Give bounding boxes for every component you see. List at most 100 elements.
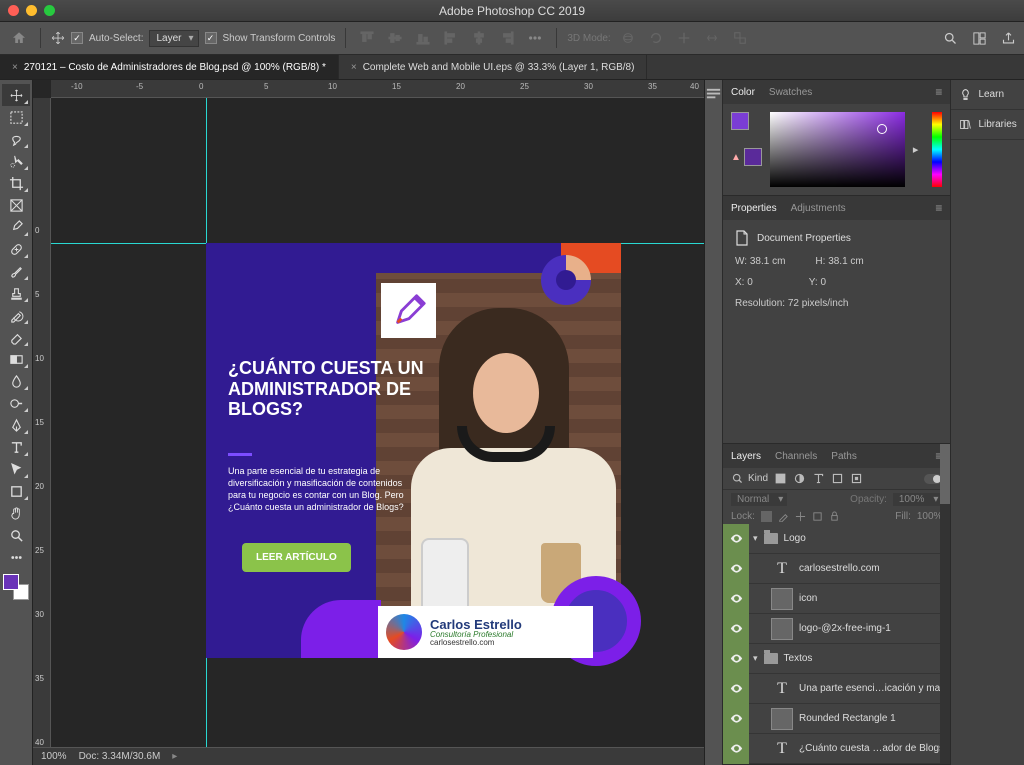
fill-input[interactable]: 100% <box>917 511 943 522</box>
history-brush-tool[interactable] <box>2 304 30 326</box>
layer-name[interactable]: Rounded Rectangle 1 <box>799 713 896 724</box>
auto-select-dropdown[interactable]: Layer <box>149 30 198 47</box>
color-foreground-swatch[interactable] <box>731 112 749 130</box>
chevron-right-icon[interactable]: ▸ <box>913 143 919 156</box>
tab-swatches[interactable]: Swatches <box>769 87 812 98</box>
visibility-toggle[interactable] <box>723 554 749 584</box>
visibility-toggle[interactable] <box>723 674 749 704</box>
gradient-tool[interactable] <box>2 348 30 370</box>
path-select-tool[interactable] <box>2 458 30 480</box>
color-background-swatch[interactable] <box>744 148 762 166</box>
lock-all-icon[interactable] <box>829 511 840 522</box>
close-tab-icon[interactable]: × <box>351 62 357 73</box>
brush-tool[interactable] <box>2 260 30 282</box>
lock-transparency-icon[interactable] <box>761 511 772 522</box>
filter-pixel-icon[interactable] <box>774 472 787 485</box>
hue-slider[interactable] <box>932 112 942 187</box>
layer-row[interactable]: T¿Cuánto cuesta …ador de Blogs? <box>723 734 950 764</box>
document-tab-1[interactable]: × 270121 – Costo de Administradores de B… <box>0 55 339 79</box>
show-transform-option[interactable]: ✓ Show Transform Controls <box>205 32 336 44</box>
close-icon[interactable] <box>8 5 19 16</box>
color-picker-field[interactable] <box>770 112 905 187</box>
visibility-toggle[interactable] <box>723 644 749 674</box>
learn-button[interactable]: Learn <box>951 80 1024 110</box>
layer-name[interactable]: ¿Cuánto cuesta …ador de Blogs? <box>799 743 950 754</box>
foreground-color[interactable] <box>3 574 19 590</box>
filter-type-icon[interactable] <box>812 472 825 485</box>
align-more-icon[interactable] <box>524 27 546 49</box>
dodge-tool[interactable] <box>2 392 30 414</box>
healing-tool[interactable] <box>2 238 30 260</box>
zoom-tool[interactable] <box>2 524 30 546</box>
opacity-input[interactable]: 100% <box>893 493 943 506</box>
chevron-down-icon[interactable]: ▾ <box>753 653 758 664</box>
panel-menu-icon[interactable]: ≡ <box>935 201 942 215</box>
document-canvas[interactable]: ¿CUÁNTO CUESTA UN ADMINISTRADOR DE BLOGS… <box>51 98 704 747</box>
tab-adjustments[interactable]: Adjustments <box>791 203 846 214</box>
share-icon[interactable] <box>1001 31 1016 46</box>
zoom-icon[interactable] <box>44 5 55 16</box>
chevron-down-icon[interactable]: ▾ <box>753 533 758 544</box>
show-transform-checkbox[interactable]: ✓ <box>205 32 217 44</box>
filter-kind-dropdown[interactable]: Kind <box>748 473 768 484</box>
tab-paths[interactable]: Paths <box>831 451 857 462</box>
tab-properties[interactable]: Properties <box>731 203 777 214</box>
stamp-tool[interactable] <box>2 282 30 304</box>
visibility-toggle[interactable] <box>723 584 749 614</box>
blend-mode-dropdown[interactable]: Normal <box>731 493 787 506</box>
doc-size[interactable]: Doc: 3.34M/30.6M <box>79 751 161 762</box>
document-tab-2[interactable]: × Complete Web and Mobile UI.eps @ 33.3%… <box>339 55 648 79</box>
ruler-horizontal[interactable]: -10 -5 0 5 10 15 20 25 30 35 40 <box>51 80 704 98</box>
layer-filter-kind[interactable]: Kind <box>731 472 768 485</box>
lock-brush-icon[interactable] <box>778 511 789 522</box>
tab-color[interactable]: Color <box>731 87 755 98</box>
layer-row[interactable]: icon <box>723 584 950 614</box>
visibility-toggle[interactable] <box>723 614 749 644</box>
tab-layers[interactable]: Layers <box>731 451 761 462</box>
lasso-tool[interactable] <box>2 128 30 150</box>
layer-name[interactable]: Una parte esenci…icación y masif <box>799 683 950 694</box>
chevron-right-icon[interactable]: ▸ <box>172 751 177 762</box>
layer-name[interactable]: Textos <box>784 653 813 664</box>
layer-row[interactable]: ▾ Textos <box>723 644 950 674</box>
lock-position-icon[interactable] <box>795 511 806 522</box>
eyedropper-tool[interactable] <box>2 216 30 238</box>
hand-tool[interactable] <box>2 502 30 524</box>
layer-name[interactable]: Logo <box>784 533 806 544</box>
marquee-tool[interactable] <box>2 106 30 128</box>
ruler-vertical[interactable]: 0 5 10 15 20 25 30 35 40 <box>33 98 51 747</box>
search-icon[interactable] <box>943 31 958 46</box>
layer-name[interactable]: icon <box>799 593 817 604</box>
layer-row[interactable]: TUna parte esenci…icación y masif <box>723 674 950 704</box>
frame-tool[interactable] <box>2 194 30 216</box>
visibility-toggle[interactable] <box>723 704 749 734</box>
move-tool[interactable] <box>2 84 30 106</box>
type-tool[interactable] <box>2 436 30 458</box>
gamut-warning-icon[interactable]: ▲ <box>731 152 741 163</box>
eraser-tool[interactable] <box>2 326 30 348</box>
paragraph-panel-icon[interactable] <box>705 86 722 103</box>
workspace-icon[interactable] <box>972 31 987 46</box>
minimize-icon[interactable] <box>26 5 37 16</box>
artwork-canvas[interactable]: ¿CUÁNTO CUESTA UN ADMINISTRADOR DE BLOGS… <box>206 243 621 658</box>
foreground-background-swatch[interactable] <box>3 574 29 600</box>
filter-shape-icon[interactable] <box>831 472 844 485</box>
scrollbar[interactable] <box>940 444 950 764</box>
layer-row[interactable]: Tcarlosestrello.com <box>723 554 950 584</box>
quick-select-tool[interactable] <box>2 150 30 172</box>
canvas-area[interactable]: -10 -5 0 5 10 15 20 25 30 35 40 0 5 10 1… <box>33 80 704 765</box>
visibility-toggle[interactable] <box>723 734 749 764</box>
shape-tool[interactable] <box>2 480 30 502</box>
crop-tool[interactable] <box>2 172 30 194</box>
layer-name[interactable]: logo-@2x-free-img-1 <box>799 623 891 634</box>
layers-list[interactable]: ▾ Logo Tcarlosestrello.com icon logo-@2x-fre… <box>723 524 950 764</box>
pen-tool[interactable] <box>2 414 30 436</box>
home-button[interactable] <box>8 27 30 49</box>
zoom-level[interactable]: 100% <box>41 751 67 762</box>
lock-nest-icon[interactable] <box>812 511 823 522</box>
blur-tool[interactable] <box>2 370 30 392</box>
libraries-button[interactable]: Libraries <box>951 110 1024 140</box>
auto-select-option[interactable]: ✓ Auto-Select: Layer <box>71 30 199 47</box>
scrollbar-thumb[interactable] <box>940 444 950 504</box>
filter-smart-icon[interactable] <box>850 472 863 485</box>
